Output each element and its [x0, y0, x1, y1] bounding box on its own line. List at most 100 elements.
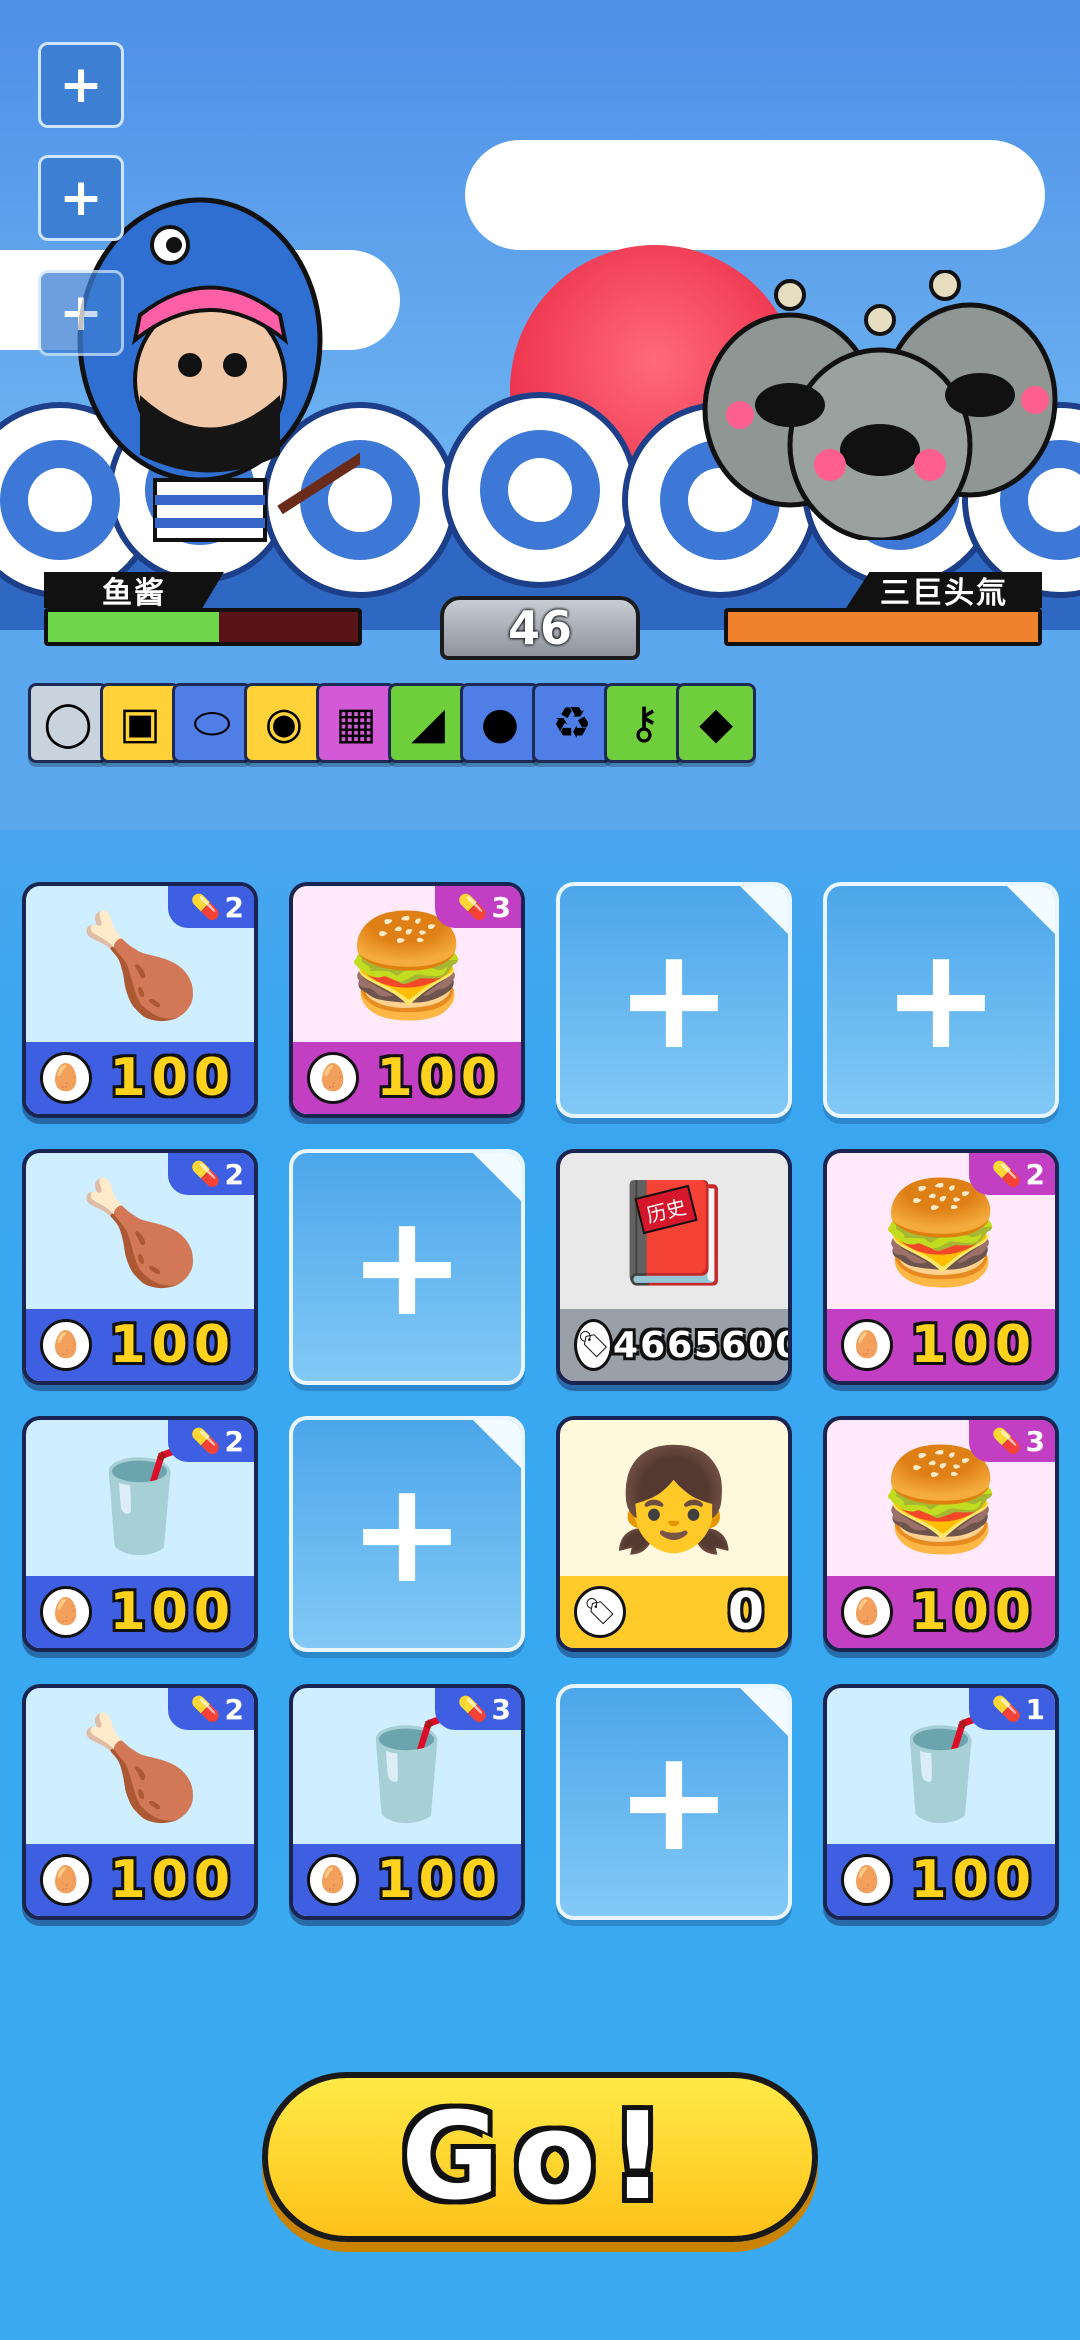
coin-icon: 🥚 — [40, 1854, 92, 1906]
enemy-name: 三巨头氚 — [846, 572, 1042, 608]
enemy-hp-fill — [728, 612, 1038, 642]
food-card-burger[interactable]: 🍔 💊 3 🥚 100 — [289, 882, 525, 1118]
go-button[interactable]: Go! — [262, 2072, 818, 2242]
price-bar: 🥚 100 — [293, 1844, 521, 1916]
pill-icon: 💊 — [190, 1427, 221, 1455]
price-value: 4665600 — [613, 1324, 792, 1366]
price-bar: 🥚 100 — [26, 1042, 254, 1114]
food-card-burger[interactable]: 🍔 💊 3 🥚 100 — [823, 1416, 1059, 1652]
stack-count: 3 — [491, 890, 511, 924]
item-icon: ▣ — [119, 697, 161, 749]
item-slot-4[interactable]: ◉ — [244, 683, 324, 763]
pill-icon: 💊 — [991, 1160, 1022, 1188]
item-slot-1[interactable]: ◯ — [28, 683, 108, 763]
empty-slot[interactable]: + — [556, 1684, 792, 1920]
price-value: 100 — [910, 1850, 1037, 1910]
coin-icon: 🥚 — [307, 1052, 359, 1104]
price-value: 100 — [910, 1315, 1037, 1375]
plus-icon: + — [882, 918, 1000, 1081]
item-slot-5[interactable]: ▦ — [316, 683, 396, 763]
price-bar: 🥚 100 — [26, 1309, 254, 1381]
pill-icon: 💊 — [457, 1695, 488, 1723]
price-bar: 🥚 100 — [827, 1309, 1055, 1381]
food-card-cola[interactable]: 🥤 💊 1 🥚 100 — [823, 1684, 1059, 1920]
special-card[interactable]: 👧 🏷 0 — [556, 1416, 792, 1652]
empty-slot[interactable]: + — [289, 1416, 525, 1652]
item-icon: ⬭ — [193, 697, 231, 749]
item-slot-2[interactable]: ▣ — [100, 683, 180, 763]
price-bar: 🏷 4665600 — [560, 1309, 788, 1381]
price-bar: 🥚 100 — [26, 1844, 254, 1916]
item-icon: ⚷ — [627, 697, 661, 749]
side-add-button-3[interactable]: + — [38, 270, 124, 356]
slot-corner — [738, 886, 788, 936]
food-card-cola[interactable]: 🥤 💊 3 🥚 100 — [289, 1684, 525, 1920]
food-card-drumstick[interactable]: 🍗 💊 2 🥚 100 — [22, 882, 258, 1118]
plus-icon: + — [615, 918, 733, 1081]
price-bar: 🥚 100 — [827, 1576, 1055, 1648]
slot-corner — [738, 1688, 788, 1738]
food-card-drumstick[interactable]: 🍗 💊 2 🥚 100 — [22, 1149, 258, 1385]
side-add-button-2[interactable]: + — [38, 155, 124, 241]
food-card-drumstick[interactable]: 🍗 💊 2 🥚 100 — [22, 1684, 258, 1920]
price-value: 100 — [376, 1850, 503, 1910]
food-card-burger[interactable]: 🍔 💊 2 🥚 100 — [823, 1149, 1059, 1385]
stack-badge: 💊 3 — [435, 886, 521, 928]
pill-icon: 💊 — [190, 1695, 221, 1723]
item-icon: ◆ — [699, 697, 733, 749]
player-name: 鱼酱 — [44, 572, 224, 608]
item-slot-8[interactable]: ♻ — [532, 683, 612, 763]
player-hp-bar — [44, 608, 362, 646]
price-bar: 🥚 100 — [827, 1844, 1055, 1916]
turn-counter: 46 — [440, 596, 640, 660]
player-hp-fill — [48, 612, 219, 642]
stack-badge: 💊 3 — [969, 1420, 1055, 1462]
stack-count: 2 — [224, 890, 244, 924]
price-value: 100 — [376, 1048, 503, 1108]
price-value: 100 — [910, 1582, 1037, 1642]
slot-corner — [471, 1153, 521, 1203]
pill-icon: 💊 — [991, 1695, 1022, 1723]
plus-icon: + — [348, 1185, 466, 1348]
plus-icon: + — [348, 1452, 466, 1615]
coin-icon: 🥚 — [40, 1319, 92, 1371]
item-icon: ◢ — [411, 697, 445, 749]
price-value: 100 — [109, 1048, 236, 1108]
player-character — [77, 197, 360, 542]
empty-slot[interactable]: + — [823, 882, 1059, 1118]
price-bar: 🥚 100 — [293, 1042, 521, 1114]
price-value: 100 — [109, 1850, 236, 1910]
coin-icon: 🥚 — [841, 1586, 893, 1638]
special-card[interactable]: 📕 历史 🏷 4665600 — [556, 1149, 792, 1385]
stack-badge: 💊 3 — [435, 1688, 521, 1730]
coin-icon: 🥚 — [307, 1854, 359, 1906]
stack-count: 1 — [1025, 1692, 1045, 1726]
item-slot-3[interactable]: ⬭ — [172, 683, 252, 763]
item-slot-7[interactable]: ● — [460, 683, 540, 763]
stack-badge: 💊 2 — [168, 886, 254, 928]
item-slot-10[interactable]: ◆ — [676, 683, 756, 763]
price-value: 100 — [109, 1315, 236, 1375]
stack-badge: 💊 1 — [969, 1688, 1055, 1730]
empty-slot[interactable]: + — [556, 882, 792, 1118]
food-card-cola[interactable]: 🥤 💊 2 🥚 100 — [22, 1416, 258, 1652]
stack-count: 2 — [1025, 1157, 1045, 1191]
item-icon: ● — [480, 697, 520, 749]
tag-icon: 🏷 — [574, 1319, 614, 1371]
coin-icon: 🥚 — [841, 1854, 893, 1906]
stack-count: 2 — [224, 1424, 244, 1458]
coin-icon: 🥚 — [841, 1319, 893, 1371]
pill-icon: 💊 — [190, 893, 221, 921]
item-icon: ♻ — [552, 697, 592, 749]
stack-count: 2 — [224, 1692, 244, 1726]
item-slot-9[interactable]: ⚷ — [604, 683, 684, 763]
slot-corner — [1005, 886, 1055, 936]
stack-count: 3 — [1025, 1424, 1045, 1458]
side-add-button-1[interactable]: + — [38, 42, 124, 128]
empty-slot[interactable]: + — [289, 1149, 525, 1385]
coin-icon: 🥚 — [40, 1052, 92, 1104]
item-icon: ◉ — [264, 697, 304, 749]
plus-icon: + — [615, 1720, 733, 1883]
item-slot-6[interactable]: ◢ — [388, 683, 468, 763]
stack-badge: 💊 2 — [168, 1688, 254, 1730]
